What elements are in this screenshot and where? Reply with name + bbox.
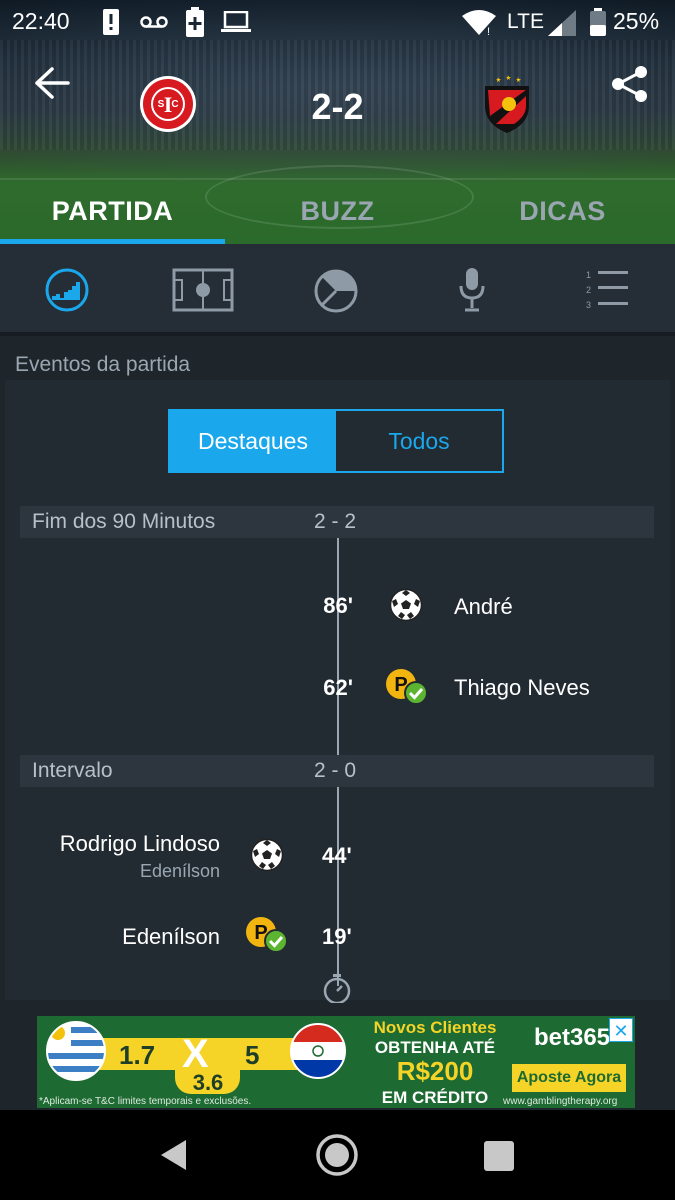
battery-saver-icon — [186, 7, 204, 37]
ad-headline: Novos Clientes — [373, 1018, 497, 1037]
period-label: Fim dos 90 Minutos — [32, 510, 216, 533]
subnav-shadow — [0, 332, 675, 336]
home-team-logo[interactable]: I S C — [139, 75, 197, 133]
period-score: 2 - 0 — [314, 759, 357, 782]
period-header: Fim dos 90 Minutos 2 - 2 — [20, 506, 654, 538]
events-filter-toggle: Destaques Todos — [168, 409, 504, 473]
filter-all-button[interactable]: Todos — [336, 411, 502, 471]
svg-text:2: 2 — [586, 285, 591, 295]
penalty-scored-icon: P — [386, 669, 428, 705]
period-score: 2 - 2 — [314, 510, 357, 533]
share-icon[interactable] — [610, 64, 650, 104]
ad-close-button[interactable]: ✕ — [609, 1018, 633, 1042]
paraguay-flag-icon — [290, 1023, 346, 1079]
event-player[interactable]: André — [454, 594, 513, 620]
event-minute: 19' — [322, 924, 352, 949]
ad-odds-home: 1.7 — [119, 1040, 156, 1070]
svg-text:!: ! — [487, 26, 490, 36]
svg-text:S: S — [158, 99, 165, 110]
svg-text:3: 3 — [586, 300, 591, 310]
lineup-list-icon[interactable]: 1 2 3 — [585, 268, 631, 312]
event-minute: 62' — [323, 675, 353, 700]
away-team-logo[interactable] — [482, 72, 532, 134]
battery-percent: 25% — [613, 8, 660, 34]
event-player[interactable]: Edenílson — [20, 924, 220, 950]
nav-recents-icon[interactable] — [483, 1140, 515, 1172]
wifi-icon: ! — [462, 10, 496, 36]
ad-line4: EM CRÉDITO — [381, 1088, 489, 1107]
event-minute: 86' — [323, 593, 353, 618]
match-score: 2-2 — [311, 86, 364, 127]
signal-icon — [548, 10, 576, 36]
network-type: LTE — [507, 10, 544, 33]
ad-brand-logo: bet365 — [533, 1024, 611, 1051]
ad-disclaimer: *Aplicam-se T&C limites temporais e excl… — [39, 1096, 252, 1107]
voicemail-icon — [140, 16, 168, 28]
nav-back-icon[interactable] — [158, 1138, 190, 1172]
status-time: 22:40 — [12, 8, 70, 34]
ad-line2: OBTENHA ATÉ — [374, 1038, 496, 1057]
period-label: Intervalo — [32, 759, 113, 782]
ball-icon — [250, 838, 284, 872]
ad-cta-button[interactable]: Aposte Agora — [512, 1064, 626, 1092]
microphone-icon[interactable] — [458, 266, 486, 314]
laptop-icon — [221, 11, 251, 32]
uruguay-flag-icon — [46, 1021, 106, 1081]
event-player[interactable]: Rodrigo Lindoso — [20, 831, 220, 857]
pitch-icon[interactable] — [172, 268, 234, 312]
period-header: Intervalo 2 - 0 — [20, 755, 654, 787]
nav-home-icon[interactable] — [315, 1133, 359, 1177]
event-assist: Edenílson — [139, 861, 220, 881]
alert-icon — [103, 9, 119, 35]
stopwatch-icon — [323, 974, 351, 1003]
tab-dicas[interactable]: DICAS — [450, 196, 675, 227]
ad-odds-away: 5 — [245, 1040, 260, 1070]
tab-buzz[interactable]: BUZZ — [225, 196, 450, 227]
back-arrow-icon[interactable] — [34, 66, 70, 100]
ad-amount: R$200 — [396, 1056, 474, 1086]
stats-chart-icon[interactable] — [44, 268, 90, 312]
svg-text:1: 1 — [586, 270, 591, 280]
penalty-scored-icon: P — [246, 917, 288, 953]
ball-icon — [389, 588, 423, 622]
event-minute: 44' — [322, 843, 352, 868]
ad-odds-draw: 3.6 — [192, 1070, 224, 1095]
pie-chart-icon[interactable] — [313, 268, 359, 314]
event-player[interactable]: Thiago Neves — [454, 675, 590, 701]
battery-icon — [590, 8, 606, 36]
ad-url: www.gamblingtherapy.org — [503, 1096, 618, 1107]
tab-partida[interactable]: PARTIDA — [0, 196, 225, 227]
ad-banner[interactable]: 1.7 X 3.6 5 Novos Clientes OBTENHA ATÉ R… — [37, 1016, 635, 1108]
filter-highlights-button[interactable]: Destaques — [170, 411, 336, 471]
section-title: Eventos da partida — [15, 353, 191, 376]
svg-text:C: C — [171, 99, 178, 110]
pitch-line — [0, 178, 675, 180]
